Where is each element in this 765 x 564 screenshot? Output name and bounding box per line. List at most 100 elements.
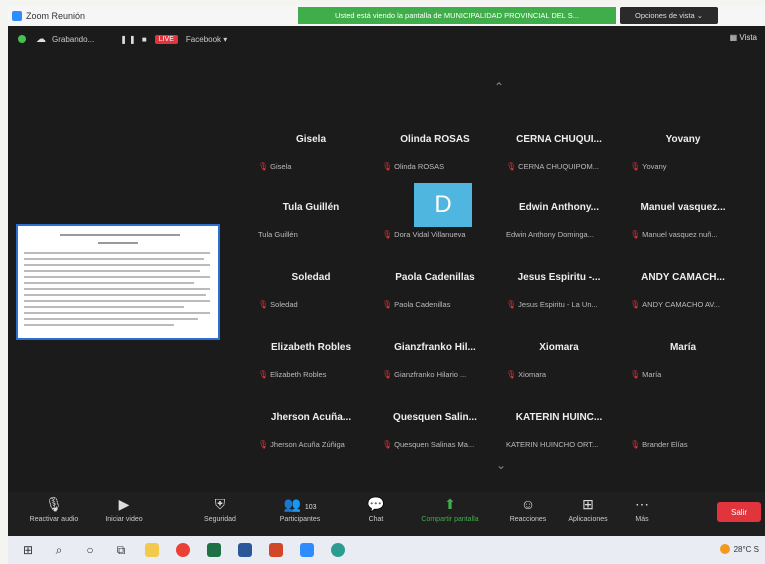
participant-name-label: 🎙 ANDY CAMACHO AV... [630, 300, 740, 309]
participant-name-label: 🎙 Paola Cadenillas [382, 300, 492, 309]
participant-label-text: Jesus Espiritu - La Un... [518, 300, 598, 309]
participant-name-label: 🎙 Dora Vidal Villanueva [382, 230, 492, 239]
share-screen-icon: ⬆ [444, 496, 456, 512]
participant-name-label: 🎙 Jherson Acuña Zúñiga [258, 440, 368, 449]
participant-label-text: Manuel vasquez nuñ... [642, 230, 718, 239]
muted-mic-icon: 🎙 [382, 370, 393, 379]
participant-name-label: KATERIN HUINCHO ORT... [506, 440, 616, 449]
participant-name-label: 🎙 Jesus Espiritu - La Un... [506, 300, 616, 309]
participant-tile[interactable]: Yovany 🎙 Yovany [622, 122, 744, 192]
participants-label: Participantes [279, 516, 321, 523]
participant-tile[interactable]: Gisela 🎙 Gisela [250, 122, 372, 192]
muted-mic-icon: 🎙 [258, 370, 269, 379]
participant-tile[interactable]: Edwin Anthony... Edwin Anthony Dominga... [498, 190, 620, 260]
participant-tile[interactable]: Quesquen Salin... 🎙 Quesquen Salinas Ma... [374, 400, 496, 470]
windows-start-icon[interactable]: ⊞ [17, 542, 39, 558]
participant-name-label: Tula Guillén [258, 230, 368, 239]
participant-name-label: 🎙 CERNA CHUQUIPOM... [506, 162, 616, 171]
participant-tile[interactable]: Gianzfranko Hil... 🎙 Gianzfranko Hilario .… [374, 330, 496, 400]
word-icon[interactable] [234, 542, 256, 558]
participant-name-label: 🎙 Brander Elías [630, 440, 740, 449]
chevron-down-icon[interactable]: ⌄ [496, 458, 506, 472]
participant-tile[interactable]: Jesus Espiritu -... 🎙 Jesus Espiritu - La … [498, 260, 620, 330]
participant-display-name: Gisela [295, 134, 327, 145]
chevron-up-icon[interactable]: ⌃ [494, 80, 504, 94]
unmute-label: Reactivar audio [29, 516, 79, 523]
participants-button[interactable]: 👥 103 Participantes [260, 496, 340, 523]
chrome-icon[interactable] [172, 542, 194, 558]
view-button[interactable]: ▦ Vista [730, 33, 757, 42]
participant-display-name: Gianzfranko Hil... [394, 342, 476, 353]
participant-name-label: 🎙 Manuel vasquez nuñ... [630, 230, 740, 239]
shield-icon: ⛨ [214, 496, 226, 512]
participant-tile[interactable]: Jherson Acuña... 🎙 Jherson Acuña Zúñiga [250, 400, 372, 470]
participant-name-label: 🎙 Soledad [258, 300, 368, 309]
participant-display-name: Manuel vasquez... [640, 202, 726, 213]
participant-name-label: Edwin Anthony Dominga... [506, 230, 616, 239]
participant-name-label: 🎙 Gisela [258, 162, 368, 171]
unmute-button[interactable]: 🎙 Reactivar audio [14, 496, 94, 523]
participant-tile[interactable]: CERNA CHUQUI... 🎙 CERNA CHUQUIPOM... [498, 122, 620, 192]
start-video-button[interactable]: ▶ Iniciar video [84, 496, 164, 523]
security-shield-icon[interactable] [18, 35, 26, 43]
share-screen-label: Compartir pantalla [421, 516, 479, 523]
more-label: Más [635, 516, 649, 523]
screen: Zoom Reunión Usted está viendo la pantal… [8, 6, 765, 564]
participant-label-text: Xiomara [518, 370, 547, 379]
participant-tile[interactable]: María 🎙 María [622, 330, 744, 400]
participant-label-text: ANDY CAMACHO AV... [642, 300, 720, 309]
chat-button[interactable]: 💬 Chat [336, 496, 416, 523]
muted-mic-icon: 🎙 [258, 440, 269, 449]
participant-label-text: María [642, 370, 662, 379]
leave-button[interactable]: Salir [717, 502, 761, 522]
zoom-taskbar-icon[interactable] [296, 542, 318, 558]
participant-display-name: Yovany [665, 134, 701, 145]
participant-tile[interactable]: Tula Guillén Tula Guillén [250, 190, 372, 260]
participant-display-name: Soledad [291, 272, 331, 283]
cloud-recording-icon: ☁ [36, 33, 46, 45]
security-button[interactable]: ⛨ Seguridad [180, 496, 260, 523]
participant-label-text: Soledad [270, 300, 298, 309]
weather-widget[interactable]: 28°C S [719, 544, 759, 554]
muted-mic-icon: 🎙 [506, 300, 517, 309]
participant-display-name: KATERIN HUINC... [515, 412, 603, 423]
participant-tile[interactable]: 🎙 Brander Elías [622, 400, 744, 470]
muted-mic-icon: 🎙 [506, 370, 517, 379]
meeting-topbar: ☁ Grabando... ❚❚ ■ LIVE Facebook ▾ ▦ Vis… [8, 28, 765, 50]
participant-display-name: ANDY CAMACH... [641, 272, 725, 283]
zoom-app-icon [12, 11, 22, 21]
shared-screen-thumbnail[interactable] [16, 224, 220, 340]
participant-display-name: Olinda ROSAS [400, 134, 470, 145]
participant-tile[interactable]: ANDY CAMACH... 🎙 ANDY CAMACHO AV... [622, 260, 744, 330]
participant-label-text: Edwin Anthony Dominga... [506, 230, 594, 239]
participant-label-text: Quesquen Salinas Ma... [394, 440, 475, 449]
live-stream-dropdown[interactable]: Facebook ▾ [186, 35, 227, 44]
file-explorer-icon[interactable] [141, 542, 163, 558]
edge-icon[interactable] [327, 542, 349, 558]
windows-taskbar: ⊞ ⌕ ○ ⧉ 28°C S [8, 536, 765, 564]
participant-tile[interactable]: Paola Cadenillas 🎙 Paola Cadenillas [374, 260, 496, 330]
participant-tile[interactable]: Olinda ROSAS 🎙 Olinda ROSAS [374, 122, 496, 192]
participant-tile[interactable]: KATERIN HUINC... KATERIN HUINCHO ORT... [498, 400, 620, 470]
participant-tile[interactable]: Xiomara 🎙 Xiomara [498, 330, 620, 400]
participant-display-name: Quesquen Salin... [393, 412, 477, 423]
excel-icon[interactable] [203, 542, 225, 558]
more-button[interactable]: ⋯ Más [602, 496, 682, 523]
participant-tile[interactable]: Elizabeth Robles 🎙 Elizabeth Robles [250, 330, 372, 400]
view-options-button[interactable]: Opciones de vista ⌄ [620, 7, 718, 24]
muted-mic-icon: 🎙 [630, 440, 641, 449]
participant-name-label: 🎙 Olinda ROSAS [382, 162, 492, 171]
participant-display-name: Tula Guillén [282, 202, 340, 213]
cortana-icon[interactable]: ○ [79, 542, 101, 558]
search-icon[interactable]: ⌕ [48, 542, 70, 558]
pause-stop-recording-icons[interactable]: ❚❚ ■ [120, 35, 148, 44]
powerpoint-icon[interactable] [265, 542, 287, 558]
participant-label-text: KATERIN HUINCHO ORT... [506, 440, 599, 449]
task-view-icon[interactable]: ⧉ [110, 542, 132, 558]
muted-mic-icon: 🎙 [382, 440, 393, 449]
participant-tile[interactable]: Manuel vasquez... 🎙 Manuel vasquez nuñ... [622, 190, 744, 260]
participant-tile[interactable]: Soledad 🎙 Soledad [250, 260, 372, 330]
share-screen-button[interactable]: ⬆ Compartir pantalla [410, 496, 490, 523]
participant-display-name: Xiomara [539, 342, 579, 353]
participant-avatar: D [414, 183, 472, 227]
